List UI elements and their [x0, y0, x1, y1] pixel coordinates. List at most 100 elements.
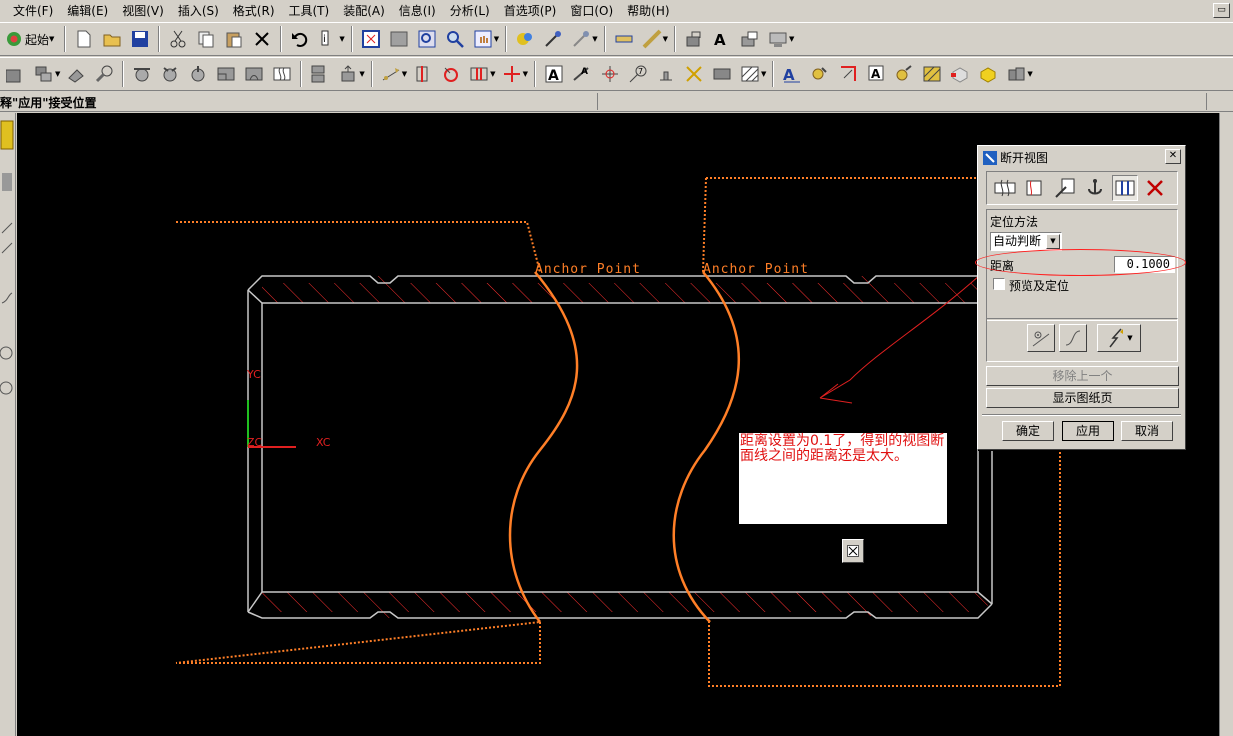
break-line-right[interactable] [672, 271, 741, 623]
display-mode-icon[interactable] [570, 28, 592, 50]
menu-edit[interactable]: 编辑(E) [60, 1, 115, 21]
section-line-icon[interactable] [412, 63, 434, 85]
break-view-icon[interactable] [271, 63, 293, 85]
delete-break-icon[interactable] [1142, 175, 1168, 201]
menu-analysis[interactable]: 分析(L) [443, 1, 497, 21]
dropdown-arrow-icon[interactable]: ▼ [490, 70, 495, 78]
balloon-icon[interactable]: 7 [627, 63, 649, 85]
origin-tool-icon[interactable] [893, 63, 915, 85]
magic-wand-icon[interactable] [542, 28, 564, 50]
hatch-edit-icon[interactable] [921, 63, 943, 85]
paste-icon[interactable] [223, 28, 245, 50]
datum-target-icon[interactable] [599, 63, 621, 85]
dropdown-arrow-icon[interactable]: ▼ [789, 35, 794, 43]
assembly-view-icon[interactable] [1005, 63, 1027, 85]
ok-button[interactable]: 确定 [1002, 421, 1054, 441]
resource-bar-icons[interactable] [0, 113, 16, 433]
solid-view-icon[interactable] [977, 63, 999, 85]
anchor-point-icon[interactable] [1082, 175, 1108, 201]
measure-icon[interactable] [613, 28, 635, 50]
area-fill-icon[interactable] [711, 63, 733, 85]
note-icon[interactable]: A [543, 63, 565, 85]
component-view-icon[interactable] [949, 63, 971, 85]
open-folder-icon[interactable] [101, 28, 123, 50]
move-break-icon[interactable] [1112, 175, 1138, 201]
zoom-icon[interactable] [444, 28, 466, 50]
revolved-section-icon[interactable] [187, 63, 209, 85]
menu-insert[interactable]: 插入(S) [171, 1, 226, 21]
annotation-editor-icon[interactable]: A [781, 63, 803, 85]
base-view-icon[interactable] [33, 63, 55, 85]
vertical-scrollbar[interactable] [1219, 113, 1233, 736]
select-view-icon[interactable] [1022, 175, 1048, 201]
menu-help[interactable]: 帮助(H) [620, 1, 676, 21]
stepped-section-icon[interactable] [215, 63, 237, 85]
dropdown-arrow-icon[interactable]: ▼ [494, 35, 499, 43]
projected-view-icon[interactable] [65, 63, 87, 85]
dropdown-arrow-icon[interactable]: ▼ [663, 35, 668, 43]
menu-format[interactable]: 格式(R) [226, 1, 282, 21]
view-tools-icon[interactable] [514, 28, 536, 50]
crosshatch-icon[interactable] [739, 63, 761, 85]
view-alignment-icon[interactable] [309, 63, 331, 85]
copy-icon[interactable] [195, 28, 217, 50]
pan-view-icon[interactable] [388, 28, 410, 50]
half-section-icon[interactable] [159, 63, 181, 85]
curve-type-icon[interactable] [1059, 324, 1087, 352]
text-edit-icon[interactable]: A [865, 63, 887, 85]
delete-icon[interactable] [251, 28, 273, 50]
dialog-title-bar[interactable]: 断开视图 ✕ [980, 148, 1183, 167]
undo-icon[interactable] [289, 28, 311, 50]
pictorial-section-icon[interactable] [243, 63, 265, 85]
detail-circle-icon[interactable] [440, 63, 462, 85]
weld-symbol-icon[interactable] [683, 63, 705, 85]
window-restore-icon[interactable]: ▭ [1213, 3, 1230, 18]
section-view-icon[interactable] [131, 63, 153, 85]
start-button[interactable]: 起始 ▼ [2, 31, 60, 48]
break-line-icon[interactable] [468, 63, 490, 85]
save-icon[interactable] [129, 28, 151, 50]
chevron-down-icon[interactable]: ▼ [1046, 234, 1060, 249]
menu-window[interactable]: 窗口(O) [563, 1, 620, 21]
menu-assemblies[interactable]: 装配(A) [336, 1, 392, 21]
drawing-sheet-icon[interactable] [683, 28, 705, 50]
dropdown-arrow-icon[interactable]: ▼ [339, 35, 344, 43]
add-break-icon[interactable] [992, 175, 1018, 201]
new-file-icon[interactable] [73, 28, 95, 50]
break-line-left[interactable] [508, 271, 579, 623]
dropdown-arrow-icon[interactable]: ▼ [55, 70, 60, 78]
break-style-dropdown[interactable]: ▼ [1097, 324, 1141, 352]
apply-button[interactable]: 应用 [1062, 421, 1114, 441]
cancel-button[interactable]: 取消 [1121, 421, 1173, 441]
menu-file[interactable]: 文件(F) [6, 1, 60, 21]
ruler-icon[interactable] [641, 28, 663, 50]
view-icon[interactable] [5, 63, 27, 85]
edit-style-icon[interactable] [809, 63, 831, 85]
move-view-icon[interactable] [337, 63, 359, 85]
preview-checkbox[interactable] [993, 278, 1005, 290]
menu-view[interactable]: 视图(V) [115, 1, 171, 21]
point-constructor-icon[interactable] [1027, 324, 1055, 352]
fit-view-icon[interactable] [360, 28, 382, 50]
monitor-icon[interactable] [767, 28, 789, 50]
menu-information[interactable]: 信息(I) [392, 1, 443, 21]
method-dropdown[interactable]: 自动判断 ▼ [990, 232, 1062, 251]
dimension-icon[interactable] [380, 63, 402, 85]
detail-view-icon[interactable] [93, 63, 115, 85]
text-style-icon[interactable]: A [711, 28, 733, 50]
modify-boundary-icon[interactable] [1052, 175, 1078, 201]
zoom-window-icon[interactable] [416, 28, 438, 50]
dialog-close-icon[interactable]: ✕ [1165, 149, 1181, 164]
annotation-icon[interactable] [739, 28, 761, 50]
dropdown-arrow-icon[interactable]: ▼ [761, 70, 766, 78]
cut-icon[interactable] [167, 28, 189, 50]
pan-hand-icon[interactable] [472, 28, 494, 50]
info-icon[interactable]: i [317, 28, 339, 50]
dropdown-arrow-icon[interactable]: ▼ [1027, 70, 1032, 78]
close-note-icon[interactable] [842, 539, 864, 563]
menu-preferences[interactable]: 首选项(P) [497, 1, 564, 21]
menu-tools[interactable]: 工具(T) [282, 1, 337, 21]
edit-annotation-icon[interactable] [837, 63, 859, 85]
dropdown-arrow-icon[interactable]: ▼ [523, 70, 528, 78]
feature-control-icon[interactable]: A [571, 63, 593, 85]
